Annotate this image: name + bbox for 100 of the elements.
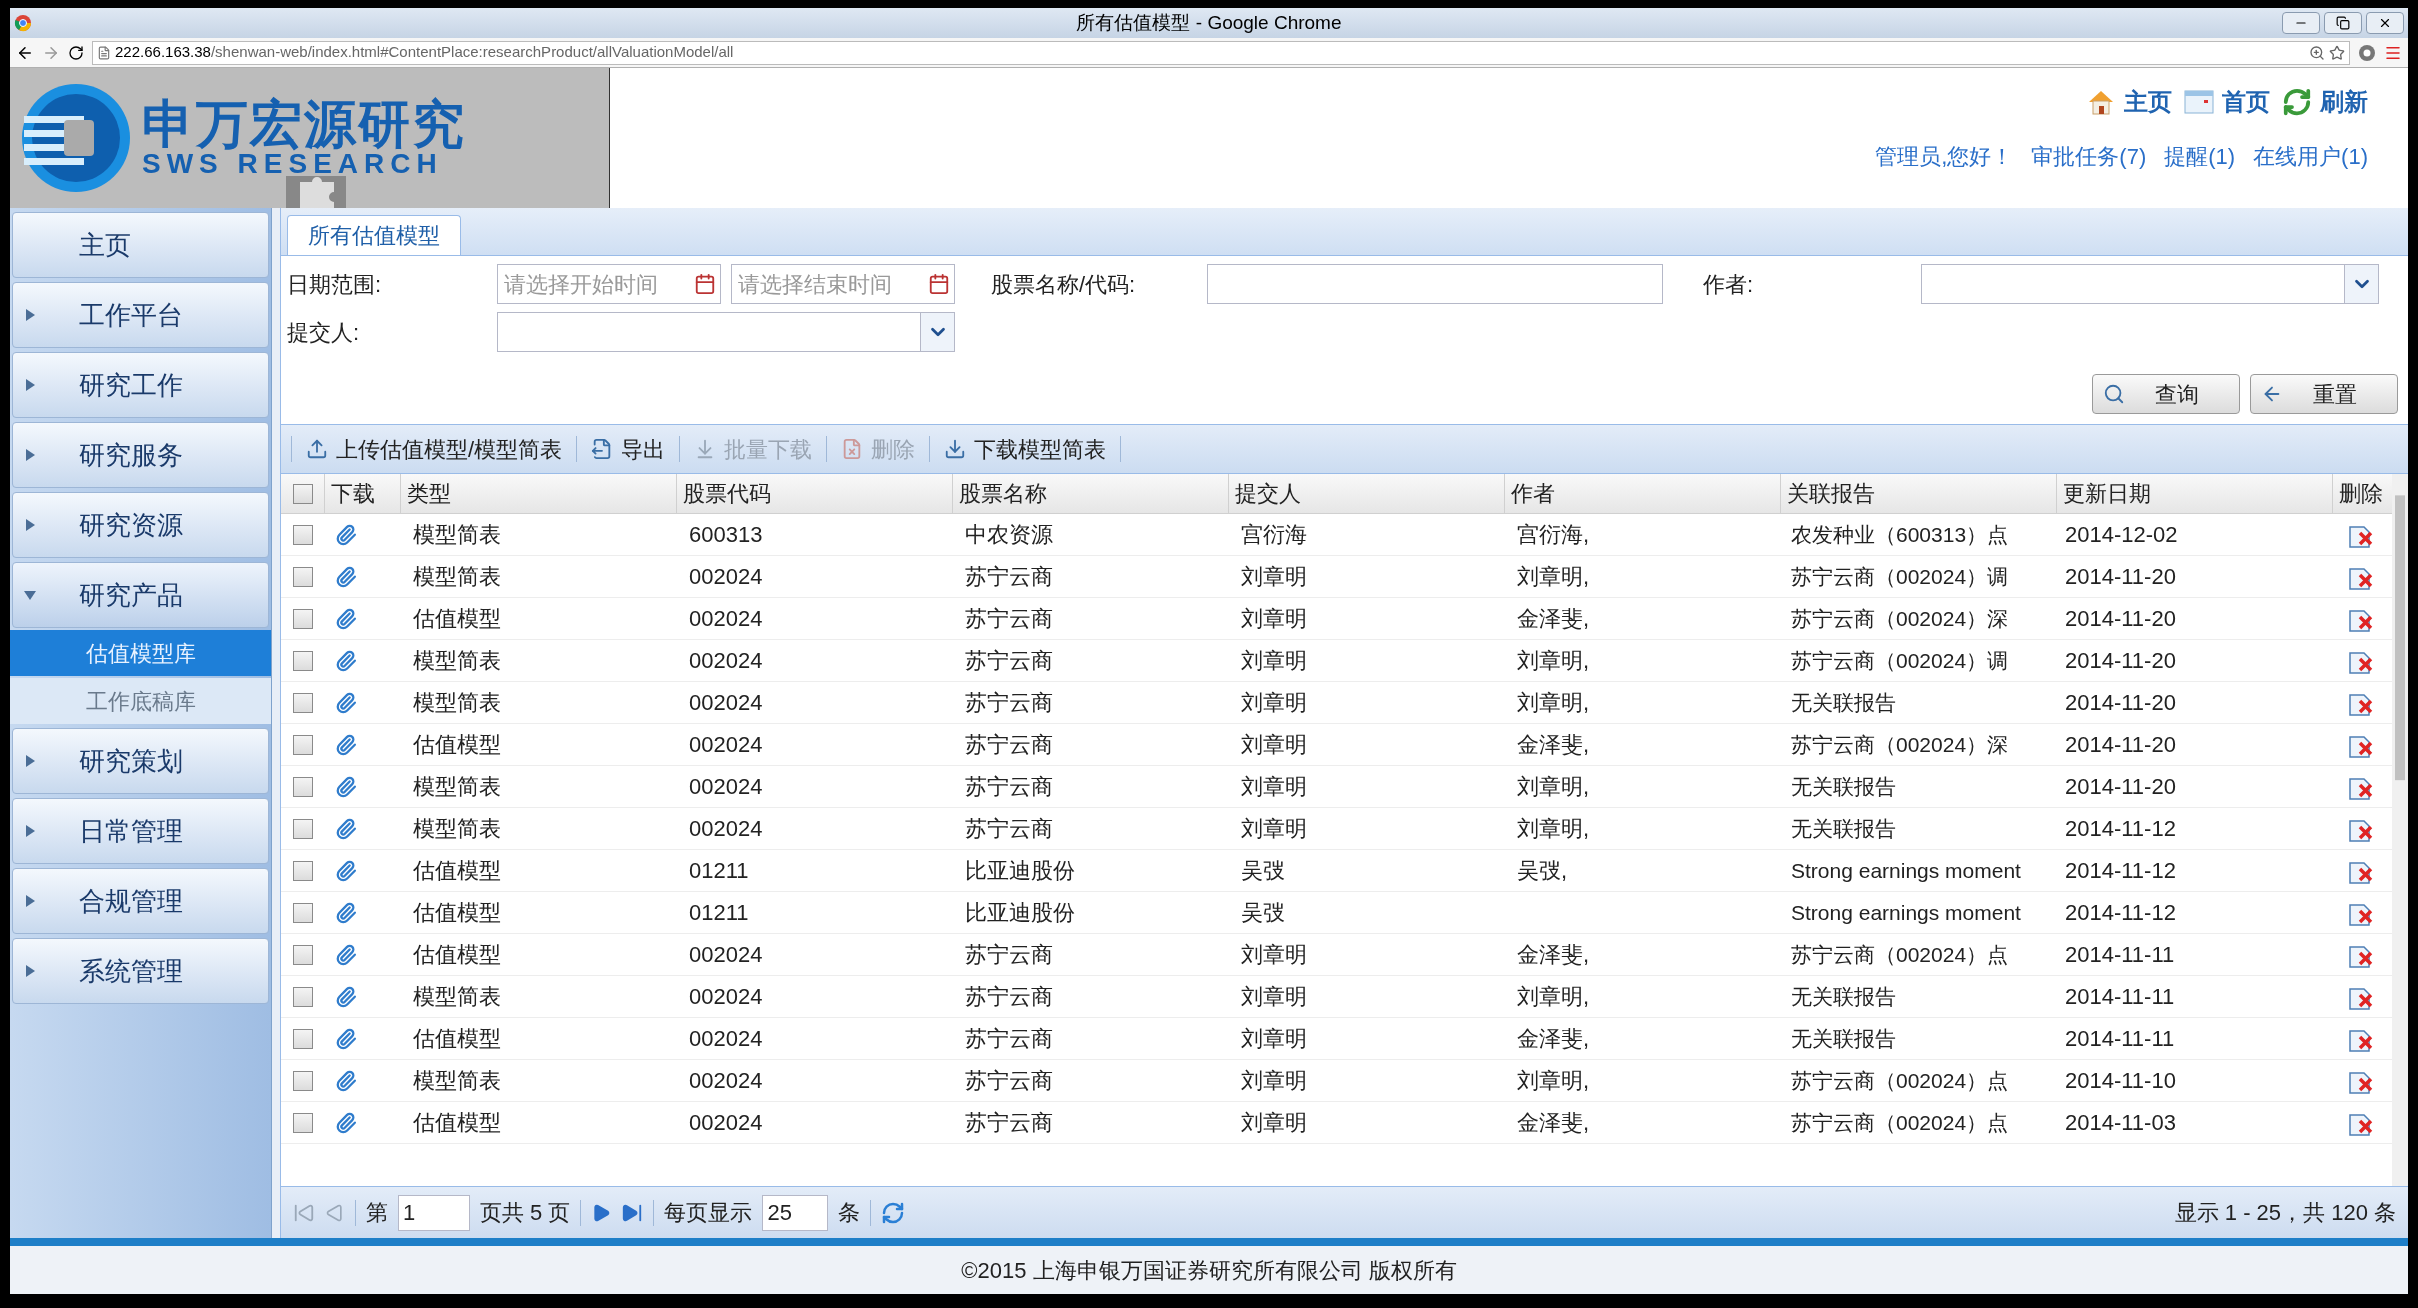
date-field[interactable]: 请选择开始时间 (497, 264, 721, 304)
column-header[interactable]: 股票名称 (953, 474, 1229, 513)
paperclip-icon[interactable] (335, 775, 357, 798)
paperclip-icon[interactable] (335, 817, 357, 840)
user-link[interactable]: 审批任务(7) (2031, 140, 2147, 173)
address-field[interactable]: 222.66.163.38/shenwan-web/index.html#ContentPlace:researchProduct/allValuationModel/all (92, 40, 2350, 65)
checkbox[interactable] (293, 944, 313, 965)
table-cell-text: 比亚迪股份 (964, 857, 1076, 885)
reload-icon[interactable] (68, 44, 84, 61)
user-link[interactable]: 提醒(1) (2164, 140, 2236, 173)
sidebar-item[interactable]: 合规管理 (12, 868, 269, 934)
table-cell-text: 600313 (688, 521, 764, 549)
column-header[interactable]: 更新日期 (2057, 474, 2333, 513)
restore-button[interactable] (2324, 12, 2362, 34)
calendar-icon[interactable] (694, 273, 716, 295)
checkbox[interactable] (293, 1028, 313, 1049)
checkbox[interactable] (293, 566, 313, 587)
page-field[interactable]: 1 (398, 1194, 470, 1231)
paperclip-icon[interactable] (335, 733, 357, 756)
column-header[interactable]: 提交人 (1229, 474, 1505, 513)
page-size-field[interactable]: 25 (762, 1194, 829, 1231)
table-cell-text: 金泽斐, (1517, 941, 1590, 969)
column-header[interactable]: 股票代码 (677, 474, 953, 513)
checkbox[interactable] (293, 986, 313, 1007)
toolbar-button[interactable]: 导出 (583, 432, 674, 466)
sidebar-subitem[interactable]: 估值模型库 (10, 630, 271, 676)
sidebar-item[interactable]: 系统管理 (12, 938, 269, 1004)
column-header[interactable]: 关联报告 (1781, 474, 2057, 513)
user-link[interactable]: 在线用户(1) (2253, 140, 2368, 173)
paperclip-icon[interactable] (335, 691, 357, 714)
checkbox[interactable] (293, 524, 313, 545)
checkbox[interactable] (293, 1112, 313, 1133)
table-cell-text: 刘章明 (1240, 941, 1308, 969)
checkbox[interactable] (293, 608, 313, 629)
paperclip-icon[interactable] (335, 859, 357, 882)
header-link[interactable]: 主页 (2086, 84, 2172, 120)
paperclip-icon[interactable] (335, 565, 357, 588)
table-cell-text: 苏宁云商 (964, 647, 1054, 675)
table-cell-text: 刘章明 (1240, 689, 1308, 717)
checkbox[interactable] (293, 734, 313, 755)
page-label: 第 (366, 1199, 388, 1227)
stock-field[interactable] (1207, 264, 1663, 304)
checkbox[interactable] (293, 692, 313, 713)
paperclip-icon[interactable] (335, 607, 357, 630)
table-cell-text: 苏宁云商（002024）调 (1791, 563, 2009, 590)
column-header[interactable]: 作者 (1505, 474, 1781, 513)
paperclip-icon[interactable] (335, 943, 357, 966)
paperclip-icon[interactable] (335, 523, 357, 546)
zoom-icon[interactable] (2309, 44, 2325, 61)
checkbox[interactable] (293, 818, 313, 839)
sidebar-item[interactable]: 研究策划 (12, 728, 269, 794)
header-link[interactable]: 刷新 (2282, 84, 2368, 120)
bookmark-icon[interactable] (2329, 44, 2345, 61)
sidebar-item[interactable]: 研究工作 (12, 352, 269, 418)
paperclip-icon[interactable] (335, 1069, 357, 1092)
calendar-icon[interactable] (928, 273, 950, 295)
logo-title: 申万宏源研究 (142, 98, 466, 150)
sidebar-item[interactable]: 研究资源 (12, 492, 269, 558)
next-page-icon[interactable] (591, 1202, 612, 1223)
checkbox[interactable] (293, 902, 313, 923)
paperclip-icon[interactable] (335, 649, 357, 672)
column-header[interactable]: 下载 (325, 474, 401, 513)
table-cell-text: 比亚迪股份 (964, 899, 1076, 927)
table-cell-text: 002024 (688, 647, 764, 675)
column-header[interactable]: 类型 (401, 474, 677, 513)
table-cell-text: 苏宁云商 (964, 689, 1054, 717)
sidebar-item[interactable]: 研究服务 (12, 422, 269, 488)
table-cell-text: 刘章明 (1240, 815, 1308, 843)
search-button[interactable]: 查询 (2092, 374, 2240, 414)
table-cell-text: 吴弢, (1517, 857, 1568, 885)
sidebar-item[interactable]: 研究产品 (12, 562, 269, 628)
sidebar-item[interactable]: 日常管理 (12, 798, 269, 864)
header-link[interactable]: 首页 (2184, 84, 2270, 120)
sidebar-subitem[interactable]: 工作底稿库 (10, 678, 271, 724)
checkbox[interactable] (292, 483, 313, 504)
table-cell-text: 刘章明 (1240, 647, 1308, 675)
extension-icon[interactable] (2358, 43, 2376, 62)
table-cell-text: 金泽斐, (1517, 1109, 1590, 1137)
date-field[interactable]: 请选择结束时间 (731, 264, 955, 304)
tab[interactable]: 所有估值模型 (287, 215, 461, 255)
paperclip-icon[interactable] (335, 1027, 357, 1050)
table-cell-text: 苏宁云商（002024）点 (1791, 941, 2009, 968)
puzzle-icon (286, 176, 346, 208)
paperclip-icon[interactable] (335, 985, 357, 1008)
sidebar-item[interactable]: 主页 (12, 212, 269, 278)
toolbar-button[interactable]: 上传估值模型/模型简表 (298, 432, 571, 466)
sidebar-item[interactable]: 工作平台 (12, 282, 269, 348)
table-cell-text: 002024 (688, 1109, 764, 1137)
checkbox[interactable] (293, 650, 313, 671)
table-cell-text: 无关联报告 (1791, 773, 1896, 800)
checkbox[interactable] (293, 776, 313, 797)
paperclip-icon[interactable] (335, 901, 357, 924)
user-link[interactable]: 管理员,您好！ (1875, 140, 2014, 173)
checkbox[interactable] (293, 1070, 313, 1091)
reset-button[interactable]: 重置 (2250, 374, 2398, 414)
refresh-icon[interactable] (881, 1200, 906, 1225)
toolbar-button[interactable]: 下载模型简表 (936, 432, 1115, 466)
paperclip-icon[interactable] (335, 1111, 357, 1134)
scrollbar[interactable] (2392, 474, 2408, 1186)
checkbox[interactable] (293, 860, 313, 881)
